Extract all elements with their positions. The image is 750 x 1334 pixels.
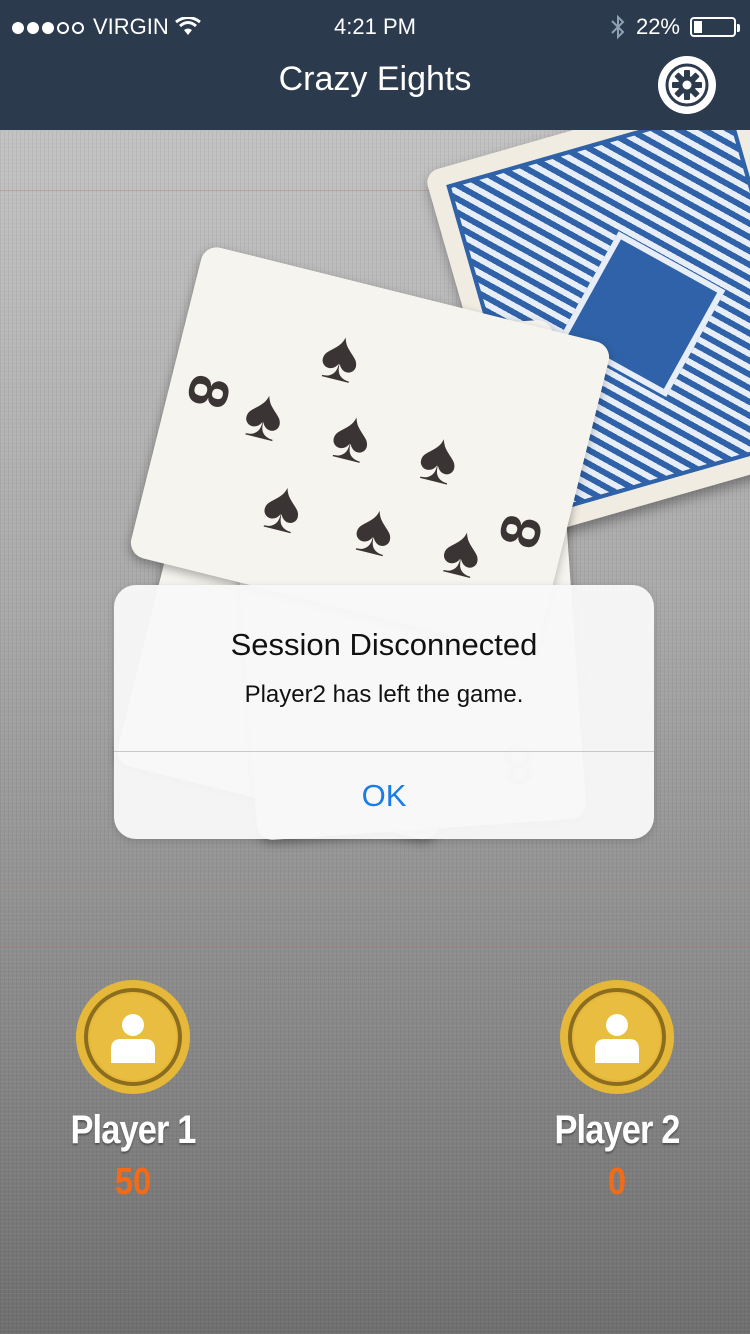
page-title: Crazy Eights [278, 60, 472, 98]
player-name: Player 1 [70, 1108, 196, 1152]
battery-level-fill [694, 21, 702, 33]
table-line [0, 946, 750, 947]
bluetooth-icon [611, 14, 625, 40]
settings-button[interactable] [658, 56, 716, 114]
user-icon [111, 1014, 155, 1063]
avatar-inner [90, 994, 176, 1080]
spade-icon: ♠ [346, 486, 404, 574]
spade-icon: ♠ [254, 463, 312, 551]
spade-icon: ♠ [323, 392, 381, 480]
navigation-bar: VIRGIN 4:21 PM 22% Crazy Eights [0, 0, 750, 130]
player-score: 0 [607, 1161, 627, 1203]
card-rank: 8 [174, 369, 244, 415]
player-1-panel: Player 1 50 [38, 980, 228, 1204]
ok-button[interactable]: OK [114, 752, 654, 839]
card-rank: 8 [486, 508, 555, 555]
spade-icon: ♠ [236, 371, 293, 458]
gear-icon [665, 63, 709, 107]
table-line [0, 886, 750, 887]
spade-icon: ♠ [411, 414, 468, 502]
player-name: Player 2 [554, 1108, 680, 1152]
battery-icon [690, 17, 740, 37]
player-score: 50 [114, 1161, 152, 1203]
player-1-avatar[interactable] [76, 980, 190, 1094]
battery-percent: 22% [635, 14, 680, 39]
player-2-avatar[interactable] [560, 980, 674, 1094]
alert-title: Session Disconnected [230, 627, 538, 662]
alert-message: Player2 has left the game. [244, 681, 524, 708]
avatar-inner [574, 994, 660, 1080]
spade-icon: ♠ [312, 312, 370, 400]
session-disconnected-alert: Session Disconnected Player2 has left th… [114, 585, 654, 839]
user-icon [595, 1014, 639, 1063]
spade-icon: ♠ [434, 507, 491, 595]
status-battery-group: 22% [610, 10, 740, 44]
player-2-panel: Player 2 0 [522, 980, 712, 1204]
